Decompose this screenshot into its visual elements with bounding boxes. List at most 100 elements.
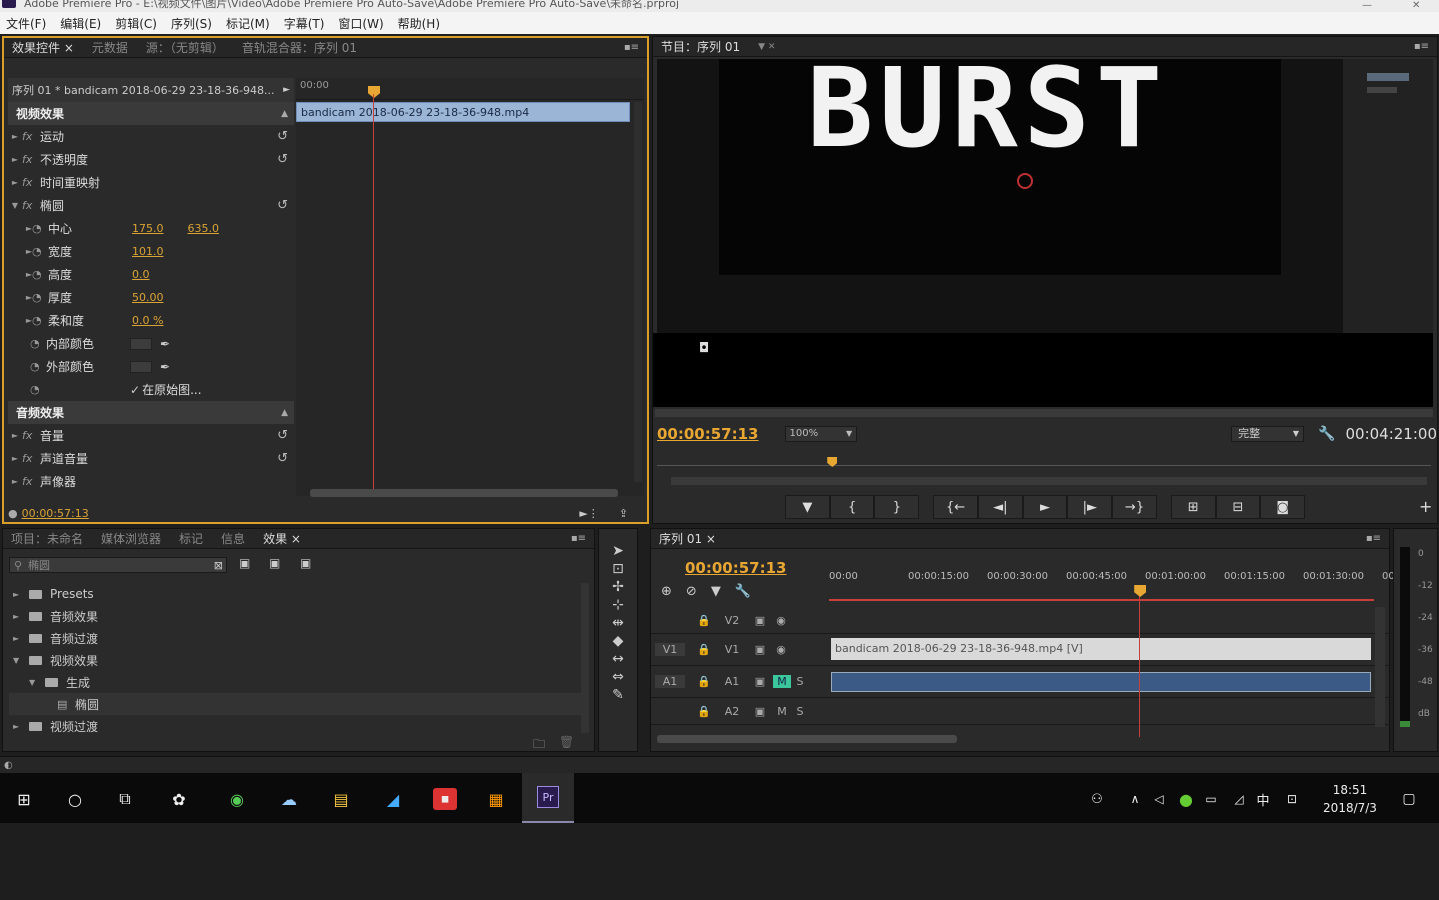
filter-icon[interactable]: ►⋮ — [579, 507, 598, 520]
lock-icon[interactable]: 🔒 — [691, 643, 717, 656]
source-patch[interactable]: V1 — [655, 643, 685, 656]
audio-effect-row[interactable]: ► fx 音量 ↺ — [8, 424, 294, 447]
property-value[interactable]: 101.0 — [132, 245, 164, 258]
mark-in-button[interactable]: { — [829, 495, 875, 519]
stopwatch-icon[interactable]: ◔ — [32, 245, 48, 258]
timeline-h-scrollbar[interactable] — [657, 735, 957, 743]
collapsed-triangle-icon[interactable]: ► — [13, 590, 29, 599]
tab-audio-mixer[interactable]: 音轨混合器：序列 01 — [242, 39, 357, 56]
razor-tool-icon[interactable]: ◆ — [613, 633, 624, 649]
zoom-dropdown[interactable]: 100% ▼ — [784, 426, 858, 442]
source-patch[interactable]: A1 — [655, 675, 685, 688]
fx-badge-icon[interactable]: fx — [22, 429, 40, 442]
fx-badge-icon[interactable]: fx — [22, 475, 40, 488]
fx-badge-icon[interactable]: fx — [22, 199, 40, 212]
checkbox[interactable]: ✓ — [130, 383, 140, 397]
eyedropper-icon[interactable]: ✒ — [160, 337, 170, 351]
track-lane[interactable] — [829, 698, 1374, 724]
tab-media-browser[interactable]: 媒体浏览器 — [101, 530, 161, 547]
battery-icon[interactable]: ▭ — [1200, 788, 1222, 810]
audio-clip[interactable] — [831, 672, 1371, 692]
sync-lock-icon[interactable]: ▣ — [747, 614, 773, 627]
app-flower-icon[interactable]: ✿ — [168, 788, 190, 810]
menu-sequence[interactable]: 序列(S) — [171, 15, 212, 32]
collapsed-triangle-icon[interactable]: ► — [13, 722, 29, 731]
collapsed-triangle-icon[interactable]: ► — [13, 612, 29, 621]
tree-item[interactable]: ▤ 椭圆 — [9, 693, 583, 715]
menu-window[interactable]: 窗口(W) — [338, 15, 383, 32]
video-effect-row[interactable]: ► fx 运动 ↺ — [8, 125, 294, 148]
panel-menu-icon[interactable]: ▪≡ — [571, 533, 586, 544]
tab-sequence[interactable]: 序列 01 × — [659, 530, 716, 547]
add-marker-icon[interactable]: ▼ — [711, 584, 721, 599]
file-explorer-icon[interactable]: ▤ — [330, 788, 352, 810]
people-icon[interactable]: ⚇ — [1086, 788, 1108, 810]
tree-item[interactable]: ▼ 生成 — [9, 671, 583, 693]
step-back-button[interactable]: ◄| — [977, 495, 1023, 519]
stopwatch-icon[interactable]: ◔ — [30, 337, 46, 350]
tab-program[interactable]: 节目：序列 01 — [661, 38, 740, 55]
play-only-icon[interactable]: ► — [283, 85, 290, 95]
menu-file[interactable]: 文件(F) — [6, 15, 46, 32]
audio-effect-row[interactable]: ► fx 声像器 — [8, 470, 294, 493]
reset-icon[interactable]: ↺ — [277, 152, 288, 167]
eye-icon[interactable]: ◉ — [773, 614, 789, 627]
panel-menu-icon[interactable]: ▪≡ — [1414, 41, 1429, 52]
rolling-edit-tool-icon[interactable]: ⊹ — [612, 597, 624, 613]
pen-tool-icon[interactable]: ✎ — [612, 687, 624, 703]
step-forward-button[interactable]: |► — [1067, 495, 1113, 519]
tree-item[interactable]: ▼ 视频效果 — [9, 649, 583, 671]
selection-tool-icon[interactable]: ➤ — [612, 543, 624, 559]
panel-menu-icon[interactable]: ▪≡ — [624, 42, 639, 53]
stopwatch-icon[interactable]: ◔ — [32, 291, 48, 304]
color-swatch[interactable] — [130, 360, 152, 373]
timeline-timecode[interactable]: 00:00:57:13 — [685, 559, 787, 577]
video-clip[interactable]: bandicam 2018-06-29 23-18-36-948.mp4 [V] — [831, 638, 1371, 660]
expanded-triangle-icon[interactable]: ▼ — [29, 678, 45, 687]
tab-metadata[interactable]: 元数据 — [92, 39, 128, 56]
add-button-icon[interactable]: + — [1419, 497, 1432, 516]
clear-search-icon[interactable]: ⊠ — [214, 559, 223, 572]
track-lane[interactable]: bandicam 2018-06-29 23-18-36-948.mp4 [V] — [829, 634, 1374, 665]
fx-badge-icon[interactable]: fx — [22, 130, 40, 143]
snap-icon[interactable]: ⊕ — [661, 584, 672, 599]
collapsed-triangle-icon[interactable]: ► — [8, 477, 22, 486]
fx-badge-icon[interactable]: fx — [22, 176, 40, 189]
tree-item[interactable]: ► 视频过渡 — [9, 715, 583, 737]
clip-bar[interactable]: bandicam 2018-06-29 23-18-36-948.mp4 — [296, 102, 630, 122]
office-app-icon[interactable]: ▦ — [485, 788, 507, 810]
vertical-scrollbar[interactable] — [634, 102, 642, 482]
sync-lock-icon[interactable]: ▣ — [747, 705, 773, 718]
accelerated-filter-icon[interactable]: ▣ — [239, 556, 250, 570]
go-to-out-button[interactable]: →} — [1112, 495, 1157, 519]
task-view-icon[interactable]: ⧉ — [114, 788, 136, 810]
cortana-icon[interactable]: ○ — [64, 788, 86, 810]
menu-title[interactable]: 字幕(T) — [284, 15, 325, 32]
reset-icon[interactable]: ↺ — [277, 198, 288, 213]
export-frame-button[interactable]: ◙ — [1260, 495, 1306, 519]
property-value[interactable]: 50.00 — [132, 291, 164, 304]
close-icon[interactable]: ✕ — [1412, 0, 1420, 11]
tree-item[interactable]: ► 音频过渡 — [9, 627, 583, 649]
color-swatch[interactable] — [130, 337, 152, 350]
fx-badge-icon[interactable]: fx — [22, 452, 40, 465]
premiere-taskbar-button[interactable]: Pr — [522, 773, 574, 823]
mark-out-button[interactable]: } — [874, 495, 920, 519]
effect-current-time[interactable]: 00:00:57:13 — [22, 507, 89, 520]
stopwatch-icon[interactable]: ◔ — [32, 268, 48, 281]
menu-marker[interactable]: 标记(M) — [226, 15, 270, 32]
tree-item[interactable]: ► 音频效果 — [9, 605, 583, 627]
tree-scrollbar[interactable] — [581, 583, 589, 733]
property-value-2[interactable]: 635.0 — [188, 222, 220, 235]
stopwatch-icon[interactable]: ◔ — [30, 383, 46, 396]
delete-icon[interactable]: 🗑 — [559, 735, 574, 749]
timeline-v-scrollbar[interactable] — [1375, 607, 1385, 727]
lock-icon[interactable]: 🔒 — [691, 675, 717, 688]
stopwatch-icon[interactable]: ◔ — [32, 314, 48, 327]
track-name[interactable]: A2 — [717, 705, 747, 718]
collapsed-triangle-icon[interactable]: ► — [8, 431, 22, 440]
track-select-tool-icon[interactable]: ⊡ — [612, 561, 624, 577]
track-name[interactable]: A1 — [717, 675, 747, 688]
slip-tool-icon[interactable]: ↔ — [612, 651, 624, 667]
collapsed-triangle-icon[interactable]: ► — [8, 132, 22, 141]
